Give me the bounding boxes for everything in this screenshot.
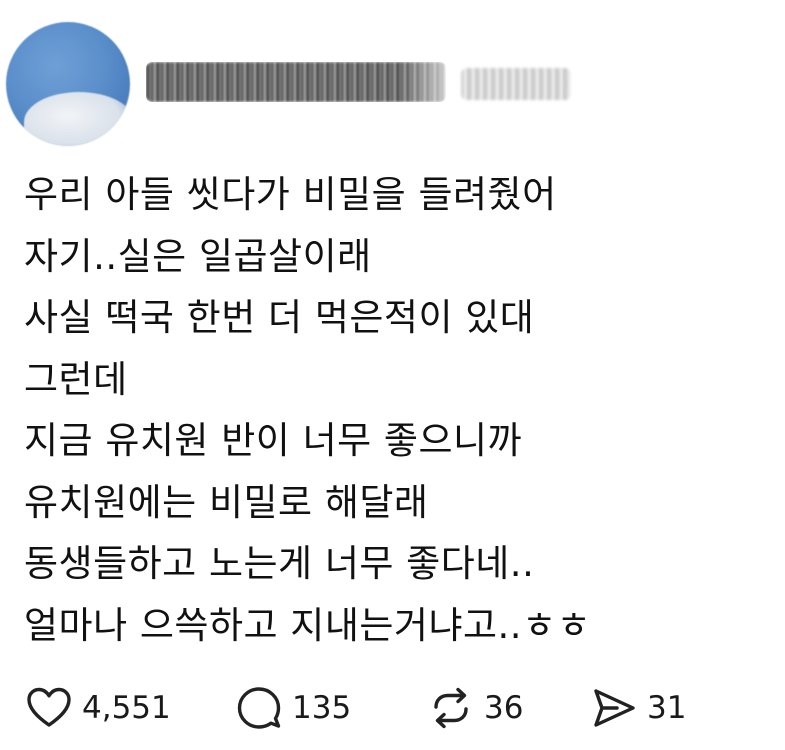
- username-blurred[interactable]: [146, 62, 446, 102]
- repost-icon: [428, 685, 474, 731]
- post-text-line: 우리 아들 씻다가 비밀을 들려줬어: [24, 173, 557, 216]
- avatar-cloud-decoration: [24, 92, 130, 146]
- post-text-line: 자기..실은 일곱살이래: [24, 234, 372, 278]
- share-button[interactable]: 31: [591, 678, 686, 738]
- share-count: 31: [647, 690, 687, 726]
- comment-button[interactable]: 135: [236, 678, 351, 738]
- comment-count: 135: [292, 690, 352, 726]
- send-icon: [591, 685, 637, 731]
- repost-button[interactable]: 36: [428, 678, 523, 738]
- post-text-line: 그런데: [24, 357, 128, 401]
- like-count: 4,551: [82, 690, 171, 726]
- username-suffix-blurred: [461, 68, 571, 100]
- like-button[interactable]: 4,551: [26, 678, 171, 738]
- action-bar: 4,551 135 36 31: [26, 678, 766, 738]
- post-text-line: 지금 유치원 반이 너무 좋으니까: [24, 419, 523, 462]
- avatar[interactable]: [6, 22, 130, 146]
- heart-icon: [26, 686, 72, 730]
- post-text-line: 동생들하고 노는게 너무 좋다네..: [24, 542, 535, 585]
- post-header: [6, 22, 766, 146]
- post-body: 우리 아들 씻다가 비밀을 들려줬어 자기..실은 일곱살이래 사실 떡국 한번…: [24, 164, 764, 656]
- post-card: 우리 아들 씻다가 비밀을 들려줬어 자기..실은 일곱살이래 사실 떡국 한번…: [0, 0, 785, 750]
- repost-count: 36: [484, 690, 524, 726]
- post-text-line: 얼마나 으쓱하고 지내는거냐고..ㅎㅎ: [24, 603, 592, 647]
- post-text-line: 사실 떡국 한번 더 먹은적이 있대: [24, 296, 535, 339]
- post-text-line: 유치원에는 비밀로 해달래: [24, 480, 429, 524]
- speech-bubble-icon: [236, 685, 282, 731]
